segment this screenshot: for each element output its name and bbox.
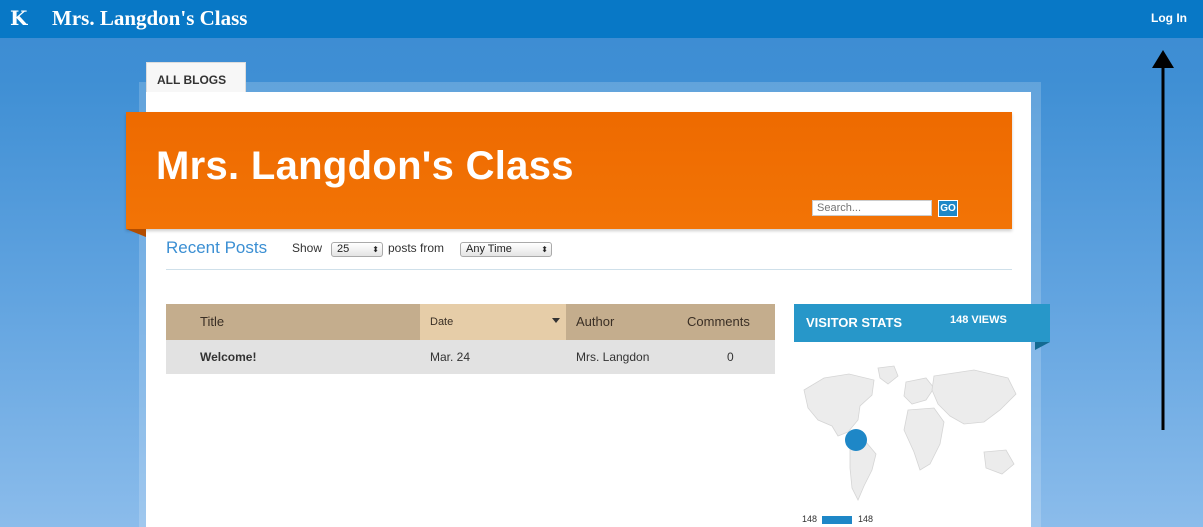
visitor-stats-banner: VISITOR STATS 148 VIEWS — [794, 304, 1050, 342]
visitor-views-count: 148 VIEWS — [950, 314, 1007, 326]
login-link[interactable]: Log In — [1151, 11, 1187, 25]
post-comments-count: 0 — [727, 350, 734, 364]
header-banner: Mrs. Langdon's Class GO — [126, 112, 1012, 229]
select-arrows-icon: ⬍ — [372, 245, 379, 254]
posts-from-label: posts from — [388, 241, 445, 255]
site-title[interactable]: Mrs. Langdon's Class — [52, 6, 247, 31]
select-arrows-icon: ⬍ — [541, 245, 548, 254]
search-go-button[interactable]: GO — [938, 200, 958, 217]
table-row[interactable]: Welcome! Mar. 24 Mrs. Langdon 0 — [166, 340, 775, 374]
world-map-icon — [803, 365, 1017, 501]
divider — [166, 269, 1012, 270]
post-author: Mrs. Langdon — [576, 350, 650, 364]
table-header: Title Date Author Comments — [166, 304, 775, 340]
annotation-arrow-icon — [1152, 50, 1174, 430]
show-label: Show — [292, 241, 323, 255]
column-header-comments[interactable]: Comments — [687, 304, 750, 340]
tab-all-blogs[interactable]: ALL BLOGS — [146, 62, 246, 92]
visitor-location-marker — [845, 429, 867, 451]
kidblog-logo-icon[interactable]: K — [10, 6, 27, 30]
legend-max: 148 — [858, 514, 874, 524]
column-header-author[interactable]: Author — [576, 304, 614, 340]
stats-banner-fold — [1035, 342, 1050, 350]
legend-bar — [822, 516, 852, 524]
post-count-select[interactable]: 25 ⬍ — [331, 242, 383, 257]
column-header-date[interactable]: Date — [430, 304, 453, 340]
post-date: Mar. 24 — [430, 350, 471, 364]
legend-min: 148 — [802, 514, 818, 524]
post-count-value: 25 — [337, 243, 350, 255]
column-header-title[interactable]: Title — [200, 304, 224, 340]
search-input[interactable] — [812, 200, 932, 216]
post-title-link[interactable]: Welcome! — [200, 340, 256, 374]
blog-title: Mrs. Langdon's Class — [156, 144, 574, 188]
time-range-value: Any Time — [466, 243, 512, 255]
visitor-stats-title: VISITOR STATS — [806, 315, 903, 330]
banner-fold — [126, 229, 146, 237]
sort-desc-icon[interactable] — [552, 318, 560, 323]
recent-posts-heading: Recent Posts — [166, 238, 268, 257]
time-range-select[interactable]: Any Time ⬍ — [460, 242, 552, 257]
top-bar: K Mrs. Langdon's Class Log In — [0, 0, 1203, 38]
